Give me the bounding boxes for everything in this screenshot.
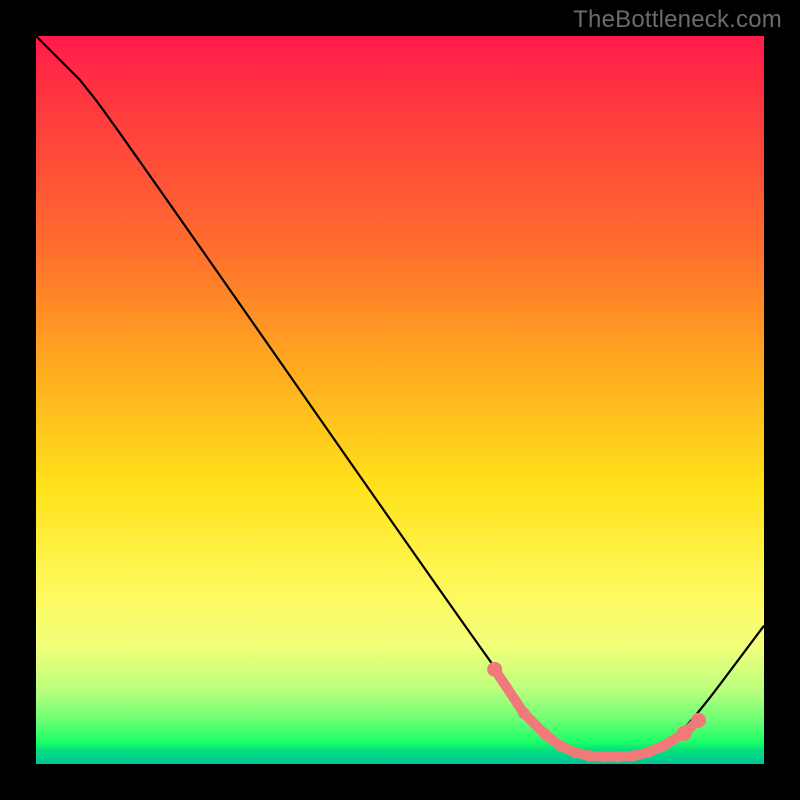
highlight-dot [599,752,609,762]
chart-frame: TheBottleneck.com [0,0,800,800]
highlight-dot [691,713,705,727]
attribution-label: TheBottleneck.com [573,6,782,34]
curve-layer [36,36,764,764]
highlight-dot [555,741,565,751]
highlight-dot [519,708,529,718]
highlight-dot [628,751,638,761]
highlight-dot [570,747,580,757]
highlight-dots [488,662,706,762]
highlight-dot [613,752,623,762]
highlight-dot [642,747,652,757]
highlight-dot [540,730,550,740]
highlight-dot [657,741,667,751]
plot-area [36,36,764,764]
highlight-dot [584,751,594,761]
highlight-dot [677,726,691,740]
bottleneck-curve [36,36,764,757]
highlight-dot [488,662,502,676]
